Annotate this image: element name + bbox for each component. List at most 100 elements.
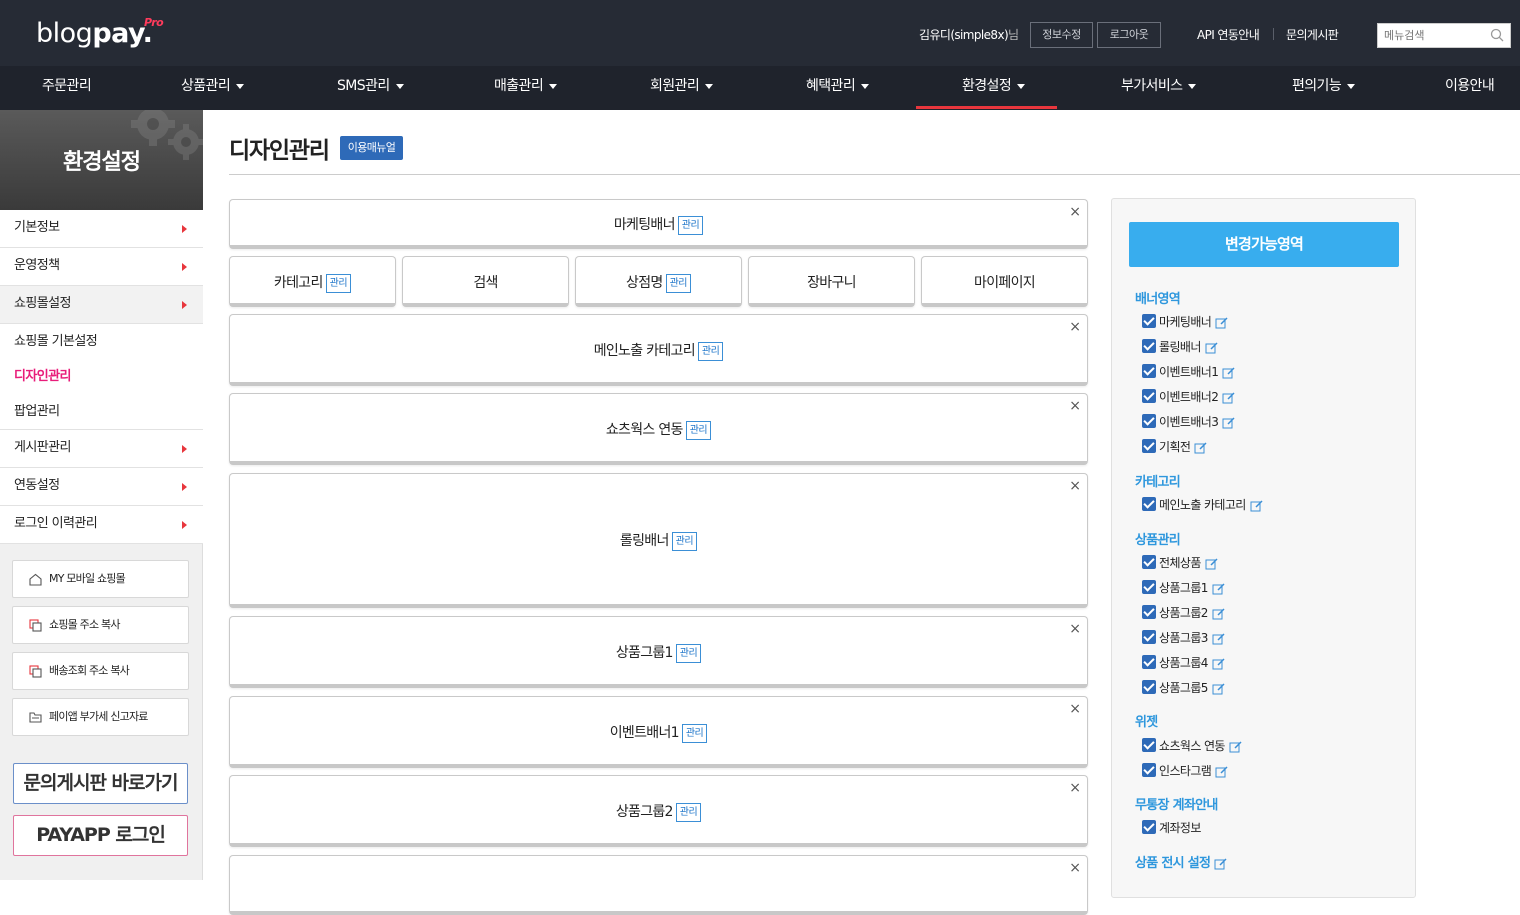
manage-button[interactable]: 관리 — [697, 341, 724, 361]
copy-shop-url-button[interactable]: 쇼핑몰 주소 복사 — [12, 606, 189, 644]
tab-block-category[interactable]: 카테고리 관리 — [229, 256, 396, 307]
manage-button[interactable]: 관리 — [671, 531, 698, 551]
option-product-group-4[interactable]: 상품그룹4 — [1142, 654, 1226, 672]
group-title-display-settings[interactable]: 상품 전시 설정 — [1135, 852, 1228, 871]
checkbox[interactable] — [1142, 655, 1156, 669]
nav-guide[interactable]: 이용안내 — [1445, 66, 1495, 110]
close-icon[interactable]: × — [1069, 701, 1081, 717]
checkbox[interactable] — [1142, 439, 1156, 453]
copy-tracking-url-button[interactable]: 배송조회 주소 복사 — [12, 652, 189, 690]
sidebar-subitem-popup[interactable]: 팝업관리 — [0, 394, 203, 429]
checkbox[interactable] — [1142, 339, 1156, 353]
layout-block-shorts-works[interactable]: 쇼츠웍스 연동 관리 × — [229, 393, 1088, 465]
menu-search-input[interactable] — [1378, 24, 1486, 47]
layout-block-next[interactable]: × — [229, 855, 1088, 915]
option-rolling-banner[interactable]: 롤링배너 — [1142, 338, 1219, 356]
sidebar-item-integration[interactable]: 연동설정 — [0, 468, 203, 506]
close-icon[interactable]: × — [1069, 204, 1081, 220]
edit-icon[interactable] — [1212, 633, 1226, 645]
close-icon[interactable]: × — [1069, 398, 1081, 414]
checkbox[interactable] — [1142, 555, 1156, 569]
sidebar-subitem-shop-basic[interactable]: 쇼핑몰 기본설정 — [0, 324, 203, 359]
nav-addon[interactable]: 부가서비스 — [1121, 66, 1197, 110]
checkbox[interactable] — [1142, 364, 1156, 378]
edit-icon[interactable] — [1212, 583, 1226, 595]
option-instagram[interactable]: 인스타그램 — [1142, 762, 1229, 780]
option-marketing-banner[interactable]: 마케팅배너 — [1142, 313, 1229, 331]
option-event-banner-1[interactable]: 이벤트배너1 — [1142, 363, 1236, 381]
edit-icon[interactable] — [1194, 442, 1208, 454]
edit-icon[interactable] — [1222, 392, 1236, 404]
inquiry-board-link[interactable]: 문의게시판 — [1286, 26, 1339, 43]
close-icon[interactable]: × — [1069, 478, 1081, 494]
logout-button[interactable]: 로그아웃 — [1097, 22, 1161, 48]
sidebar-item-board[interactable]: 게시판관리 — [0, 430, 203, 468]
manual-button[interactable]: 이용매뉴얼 — [340, 136, 403, 160]
edit-icon[interactable] — [1222, 417, 1236, 429]
option-shorts-works[interactable]: 쇼츠웍스 연동 — [1142, 737, 1243, 755]
checkbox[interactable] — [1142, 820, 1156, 834]
nav-product[interactable]: 상품관리 — [181, 66, 245, 110]
option-event-banner-2[interactable]: 이벤트배너2 — [1142, 388, 1236, 406]
search-icon[interactable] — [1490, 28, 1504, 42]
checkbox[interactable] — [1142, 389, 1156, 403]
edit-icon[interactable] — [1212, 658, 1226, 670]
manage-button[interactable]: 관리 — [325, 273, 352, 293]
close-icon[interactable]: × — [1069, 780, 1081, 796]
nav-settings[interactable]: 환경설정 — [962, 66, 1026, 110]
option-product-group-1[interactable]: 상품그룹1 — [1142, 579, 1226, 597]
layout-block-main-category[interactable]: 메인노출 카테고리 관리 × — [229, 314, 1088, 386]
checkbox[interactable] — [1142, 680, 1156, 694]
manage-button[interactable]: 관리 — [681, 723, 708, 743]
option-event-banner-3[interactable]: 이벤트배너3 — [1142, 413, 1236, 431]
checkbox[interactable] — [1142, 738, 1156, 752]
vat-report-button[interactable]: 페이앱 부가세 신고자료 — [12, 698, 189, 736]
layout-block-product-group-1[interactable]: 상품그룹1 관리 × — [229, 616, 1088, 688]
payapp-login-button[interactable]: PAYAPP 로그인 — [13, 815, 188, 856]
edit-icon[interactable] — [1215, 317, 1229, 329]
manage-button[interactable]: 관리 — [677, 215, 704, 235]
edit-icon[interactable] — [1215, 766, 1229, 778]
my-mobile-shop-button[interactable]: MY 모바일 쇼핑몰 — [12, 560, 189, 598]
layout-block-marketing-banner[interactable]: 마케팅배너 관리 × — [229, 199, 1088, 249]
tab-block-cart[interactable]: 장바구니 — [748, 256, 915, 307]
manage-button[interactable]: 관리 — [665, 273, 691, 293]
sidebar-item-login-history[interactable]: 로그인 이력관리 — [0, 506, 203, 544]
edit-icon[interactable] — [1205, 342, 1219, 354]
sidebar-item-basic-info[interactable]: 기본정보 — [0, 210, 203, 248]
checkbox[interactable] — [1142, 580, 1156, 594]
close-icon[interactable]: × — [1069, 621, 1081, 637]
option-main-category[interactable]: 메인노출 카테고리 — [1142, 496, 1264, 514]
nav-sales[interactable]: 매출관리 — [494, 66, 558, 110]
close-icon[interactable]: × — [1069, 860, 1081, 876]
edit-icon[interactable] — [1250, 500, 1264, 512]
checkbox[interactable] — [1142, 630, 1156, 644]
close-icon[interactable]: × — [1069, 319, 1081, 335]
edit-info-button[interactable]: 정보수정 — [1030, 22, 1093, 48]
sidebar-subitem-design[interactable]: 디자인관리 — [0, 359, 203, 394]
nav-sms[interactable]: SMS관리 — [337, 66, 404, 110]
sidebar-item-shop-settings[interactable]: 쇼핑몰설정 — [0, 286, 203, 324]
option-exhibition[interactable]: 기획전 — [1142, 438, 1208, 456]
option-product-group-2[interactable]: 상품그룹2 — [1142, 604, 1226, 622]
checkbox[interactable] — [1142, 414, 1156, 428]
edit-icon[interactable] — [1222, 367, 1236, 379]
nav-member[interactable]: 회원관리 — [650, 66, 714, 110]
manage-button[interactable]: 관리 — [675, 802, 702, 822]
edit-icon[interactable] — [1229, 741, 1243, 753]
api-guide-link[interactable]: API 연동안내 — [1197, 26, 1260, 43]
tab-block-shop-name[interactable]: 상점명 관리 — [575, 256, 742, 307]
checkbox[interactable] — [1142, 605, 1156, 619]
tab-block-mypage[interactable]: 마이페이지 — [921, 256, 1088, 307]
sidebar-item-policy[interactable]: 운영정책 — [0, 248, 203, 286]
edit-icon[interactable] — [1214, 858, 1228, 870]
option-product-group-5[interactable]: 상품그룹5 — [1142, 679, 1226, 697]
nav-benefit[interactable]: 혜택관리 — [806, 66, 870, 110]
layout-block-event-banner-1[interactable]: 이벤트배너1 관리 × — [229, 696, 1088, 768]
option-account-info[interactable]: 계좌정보 — [1142, 819, 1201, 837]
nav-convenience[interactable]: 편의기능 — [1292, 66, 1356, 110]
inquiry-board-button[interactable]: 문의게시판 바로가기 — [13, 763, 188, 804]
checkbox[interactable] — [1142, 763, 1156, 777]
manage-button[interactable]: 관리 — [675, 643, 702, 663]
option-product-group-3[interactable]: 상품그룹3 — [1142, 629, 1226, 647]
